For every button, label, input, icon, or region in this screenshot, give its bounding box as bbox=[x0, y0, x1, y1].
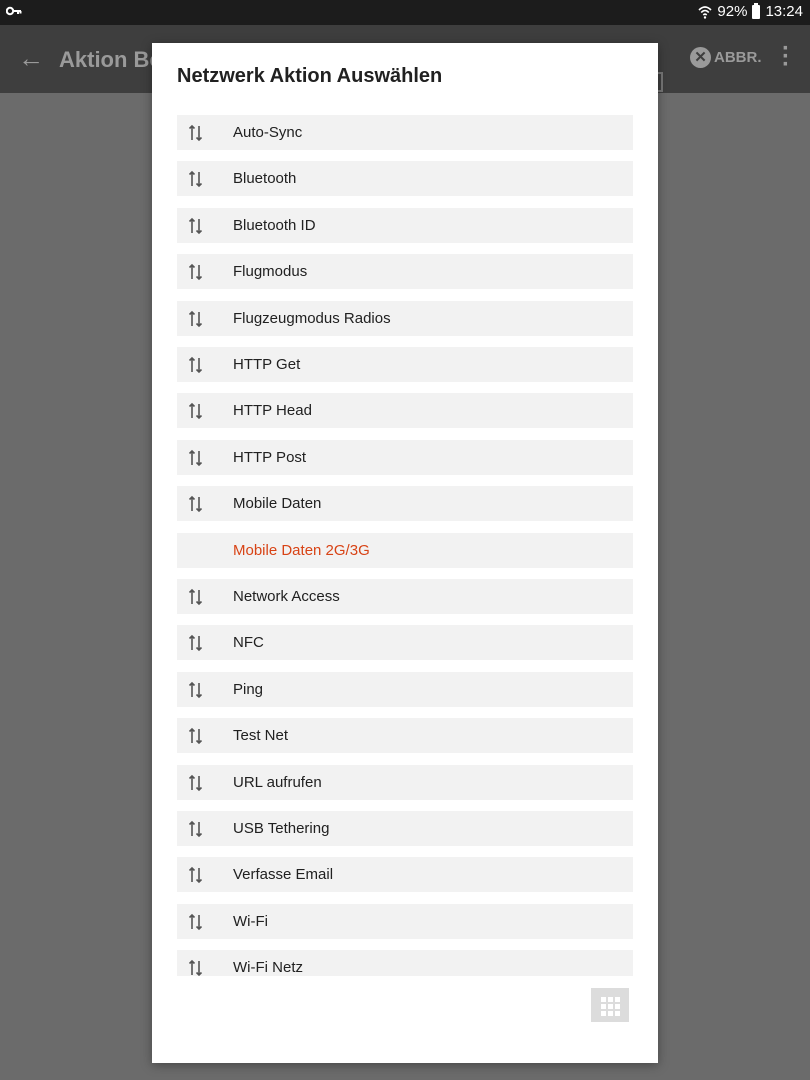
transfer-arrows-icon bbox=[188, 124, 203, 142]
list-item[interactable]: Mobile Daten 2G/3G bbox=[177, 532, 633, 568]
list-item-label: Mobile Daten bbox=[233, 495, 322, 513]
list-item[interactable]: Bluetooth ID bbox=[177, 207, 633, 243]
list-item-label: Verfasse Email bbox=[233, 866, 334, 884]
transfer-arrows-icon bbox=[188, 264, 203, 281]
list-item[interactable]: USB Tethering bbox=[177, 811, 633, 846]
list-item[interactable]: Mobile Daten bbox=[177, 486, 633, 522]
list-item[interactable]: Auto-Sync bbox=[177, 115, 633, 150]
transfer-arrows-icon bbox=[188, 496, 203, 513]
list-item-label: NFC bbox=[233, 634, 264, 652]
battery-level: 92% bbox=[717, 3, 748, 20]
list-item[interactable]: Verfasse Email bbox=[177, 857, 633, 893]
list-item-label: HTTP Post bbox=[233, 448, 307, 466]
dialog-title: Netzwerk Aktion Auswählen bbox=[177, 65, 443, 87]
action-list[interactable]: Auto-Sync Bluetooth Bluetooth ID Flugmodus F… bbox=[177, 115, 633, 976]
cancel-button[interactable]: ✕ ABBR. bbox=[690, 47, 762, 68]
action-select-dialog: Netzwerk Aktion Auswählen Auto-Sync Bluet… bbox=[152, 43, 658, 1063]
transfer-arrows-icon bbox=[188, 681, 203, 698]
list-item-label: Bluetooth bbox=[233, 170, 297, 188]
list-item[interactable]: HTTP Head bbox=[177, 393, 633, 429]
transfer-arrows-icon bbox=[188, 217, 203, 234]
list-item[interactable]: Flugmodus bbox=[177, 254, 633, 290]
list-item-label: Flugmodus bbox=[233, 263, 308, 281]
list-item[interactable]: NFC bbox=[177, 625, 633, 661]
overflow-menu-icon[interactable]: · · · bbox=[782, 37, 790, 77]
transfer-arrows-icon bbox=[188, 635, 203, 652]
transfer-arrows-icon bbox=[188, 588, 203, 606]
list-item-label: Wi-Fi bbox=[233, 912, 268, 930]
list-item-label: USB Tethering bbox=[233, 820, 330, 837]
transfer-arrows-icon bbox=[188, 449, 203, 466]
key-icon bbox=[6, 6, 22, 16]
list-item-label: HTTP Head bbox=[233, 402, 312, 420]
grid-view-button[interactable] bbox=[591, 988, 629, 1022]
list-item-label: HTTP Get bbox=[233, 356, 301, 373]
list-item[interactable]: Test Net bbox=[177, 718, 633, 754]
cancel-label: ABBR. bbox=[714, 49, 762, 66]
list-item-label: Flugzeugmodus Radios bbox=[233, 309, 391, 327]
list-item[interactable]: HTTP Get bbox=[177, 347, 633, 382]
list-item-label: URL aufrufen bbox=[233, 773, 322, 791]
clock: 13:24 bbox=[765, 3, 803, 20]
transfer-arrows-icon bbox=[188, 171, 203, 188]
list-item[interactable]: Flugzeugmodus Radios bbox=[177, 300, 633, 336]
close-circle-icon: ✕ bbox=[690, 47, 711, 68]
list-item[interactable]: Network Access bbox=[177, 579, 633, 614]
transfer-arrows-icon bbox=[188, 356, 203, 374]
transfer-arrows-icon bbox=[188, 867, 203, 884]
list-item-label: Network Access bbox=[233, 588, 340, 605]
wifi-icon bbox=[698, 5, 712, 19]
transfer-arrows-icon bbox=[188, 728, 203, 745]
transfer-arrows-icon bbox=[188, 310, 203, 327]
list-item[interactable]: Ping bbox=[177, 671, 633, 707]
list-item-label: Ping bbox=[233, 680, 264, 698]
list-item-label: Bluetooth ID bbox=[233, 216, 316, 234]
transfer-arrows-icon bbox=[188, 403, 203, 420]
list-item-label: Test Net bbox=[233, 727, 289, 745]
list-item[interactable]: HTTP Post bbox=[177, 439, 633, 475]
list-item-label: Auto-Sync bbox=[233, 124, 303, 141]
transfer-arrows-icon bbox=[188, 913, 203, 930]
list-item[interactable]: Bluetooth bbox=[177, 161, 633, 197]
status-bar: 92% 13:24 bbox=[0, 0, 810, 25]
transfer-arrows-icon bbox=[188, 774, 203, 791]
transfer-arrows-icon bbox=[188, 960, 203, 976]
list-item[interactable]: URL aufrufen bbox=[177, 764, 633, 800]
list-item[interactable]: Wi-Fi bbox=[177, 903, 633, 939]
list-item-label: Mobile Daten 2G/3G bbox=[233, 541, 370, 559]
transfer-arrows-icon bbox=[188, 820, 203, 838]
app-bar-title: Aktion Be bbox=[59, 47, 162, 72]
list-item-label: Wi-Fi Netz bbox=[233, 959, 303, 976]
list-item[interactable]: Wi-Fi Netz bbox=[177, 950, 633, 976]
arrow-left-icon[interactable]: ← bbox=[18, 43, 44, 74]
battery-icon bbox=[752, 2, 761, 19]
